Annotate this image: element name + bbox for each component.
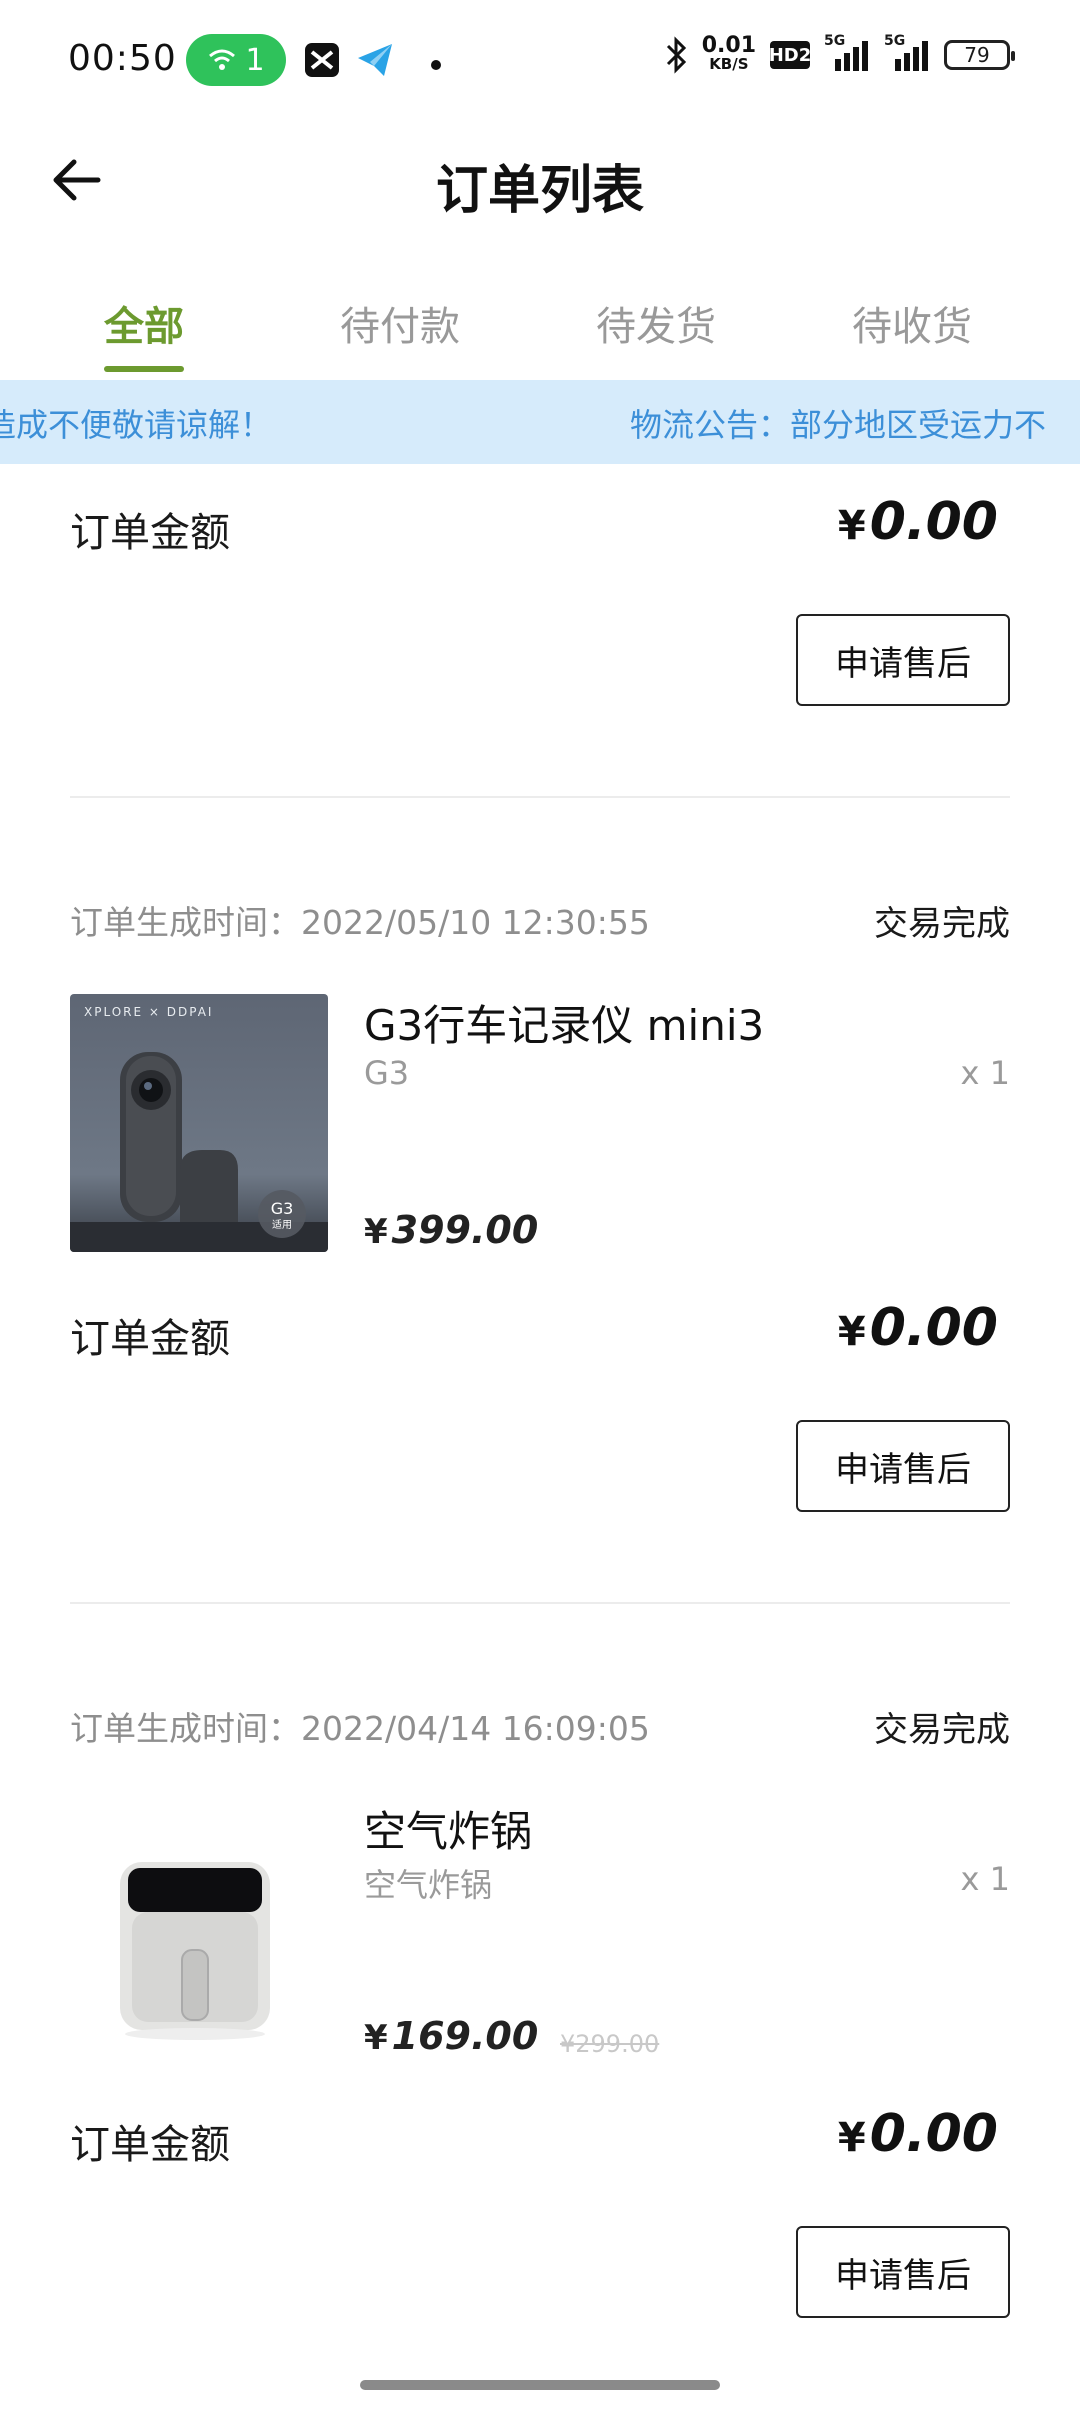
order-amount-label: 订单金额: [70, 2122, 230, 2168]
order-tabs: 全部 待付款 待发货 待收货: [0, 270, 1080, 374]
signal-icon-sim2: 5G: [884, 33, 930, 71]
status-right-group: 0.01 KB/S HD2 5G 5G 79: [664, 33, 1015, 74]
order-time: 订单生成时间：2022/05/10 12:30:55: [70, 903, 650, 942]
notice-text-left: 造成不便敬请谅解！: [0, 406, 273, 444]
product-image-brand: XPLORE × DDPAI: [84, 1005, 213, 1019]
status-bar: 00:50 1 0.01 KB/S HD2 5G 5G 79: [0, 0, 1080, 124]
order-divider: [70, 796, 1010, 798]
order-status: 交易完成: [874, 1710, 1010, 1750]
order-status: 交易完成: [874, 904, 1010, 944]
product-image-badge-caption: 适用: [272, 1219, 292, 1231]
order-amount-label: 订单金额: [70, 1316, 230, 1362]
order-divider: [70, 1602, 1010, 1604]
notice-text-right: 物流公告：部分地区受运力不: [630, 406, 1047, 444]
tab-pending-receipt[interactable]: 待收货: [812, 294, 1012, 352]
product-image-badge: G3: [271, 1199, 294, 1218]
status-time: 00:50: [68, 38, 177, 79]
signal-icon-sim1: 5G: [824, 33, 870, 71]
product-name[interactable]: G3行车记录仪 mini3: [364, 992, 764, 1053]
battery-icon: 79: [944, 40, 1015, 70]
order-time: 订单生成时间：2022/04/14 16:09:05: [70, 1709, 650, 1748]
after-sales-button[interactable]: 申请售后: [796, 2226, 1010, 2318]
original-price: ¥299.00: [560, 2030, 660, 2058]
notification-dot-icon: [430, 56, 442, 75]
product-name[interactable]: 空气炸锅: [364, 1798, 532, 1859]
order-amount-label: 订单金额: [70, 510, 230, 556]
bluetooth-icon: [666, 36, 686, 74]
tab-pending-payment[interactable]: 待付款: [300, 294, 500, 352]
wifi-hotspot-pill: 1: [186, 34, 286, 86]
product-quantity: x 1: [960, 1054, 1010, 1092]
active-tab-indicator: [104, 366, 184, 372]
tab-all[interactable]: 全部: [44, 294, 244, 352]
order-amount-value: ¥0.00: [837, 1298, 998, 1358]
notice-banner[interactable]: 造成不便敬请谅解！ 物流公告：部分地区受运力不: [0, 380, 1080, 464]
wifi-badge-count: 1: [245, 42, 265, 78]
hd-voice-icon: HD2: [769, 41, 811, 69]
product-spec: G3: [364, 1054, 410, 1092]
after-sales-button[interactable]: 申请售后: [796, 1420, 1010, 1512]
after-sales-button[interactable]: 申请售后: [796, 614, 1010, 706]
page-title: 订单列表: [435, 161, 644, 221]
order-amount-value: ¥0.00: [837, 2104, 998, 2164]
telegram-icon: [356, 42, 396, 82]
product-image-dashcam[interactable]: XPLORE × DDPAI G3 适用: [70, 994, 328, 1252]
app-header: 订单列表: [0, 124, 1080, 240]
tab-pending-shipment[interactable]: 待发货: [556, 294, 756, 352]
product-spec: 空气炸锅: [364, 1866, 493, 1904]
product-price: ¥399.00: [364, 1208, 539, 1252]
product-image-air-fryer[interactable]: [70, 1800, 328, 2058]
order-amount-value: ¥0.00: [837, 492, 998, 552]
home-indicator[interactable]: [360, 2380, 720, 2390]
network-speed: 0.01 KB/S: [701, 33, 756, 74]
product-quantity: x 1: [960, 1860, 1010, 1898]
product-price: ¥169.00: [364, 2014, 539, 2058]
app-notification-icon: [304, 42, 340, 82]
wifi-icon: [209, 49, 236, 70]
